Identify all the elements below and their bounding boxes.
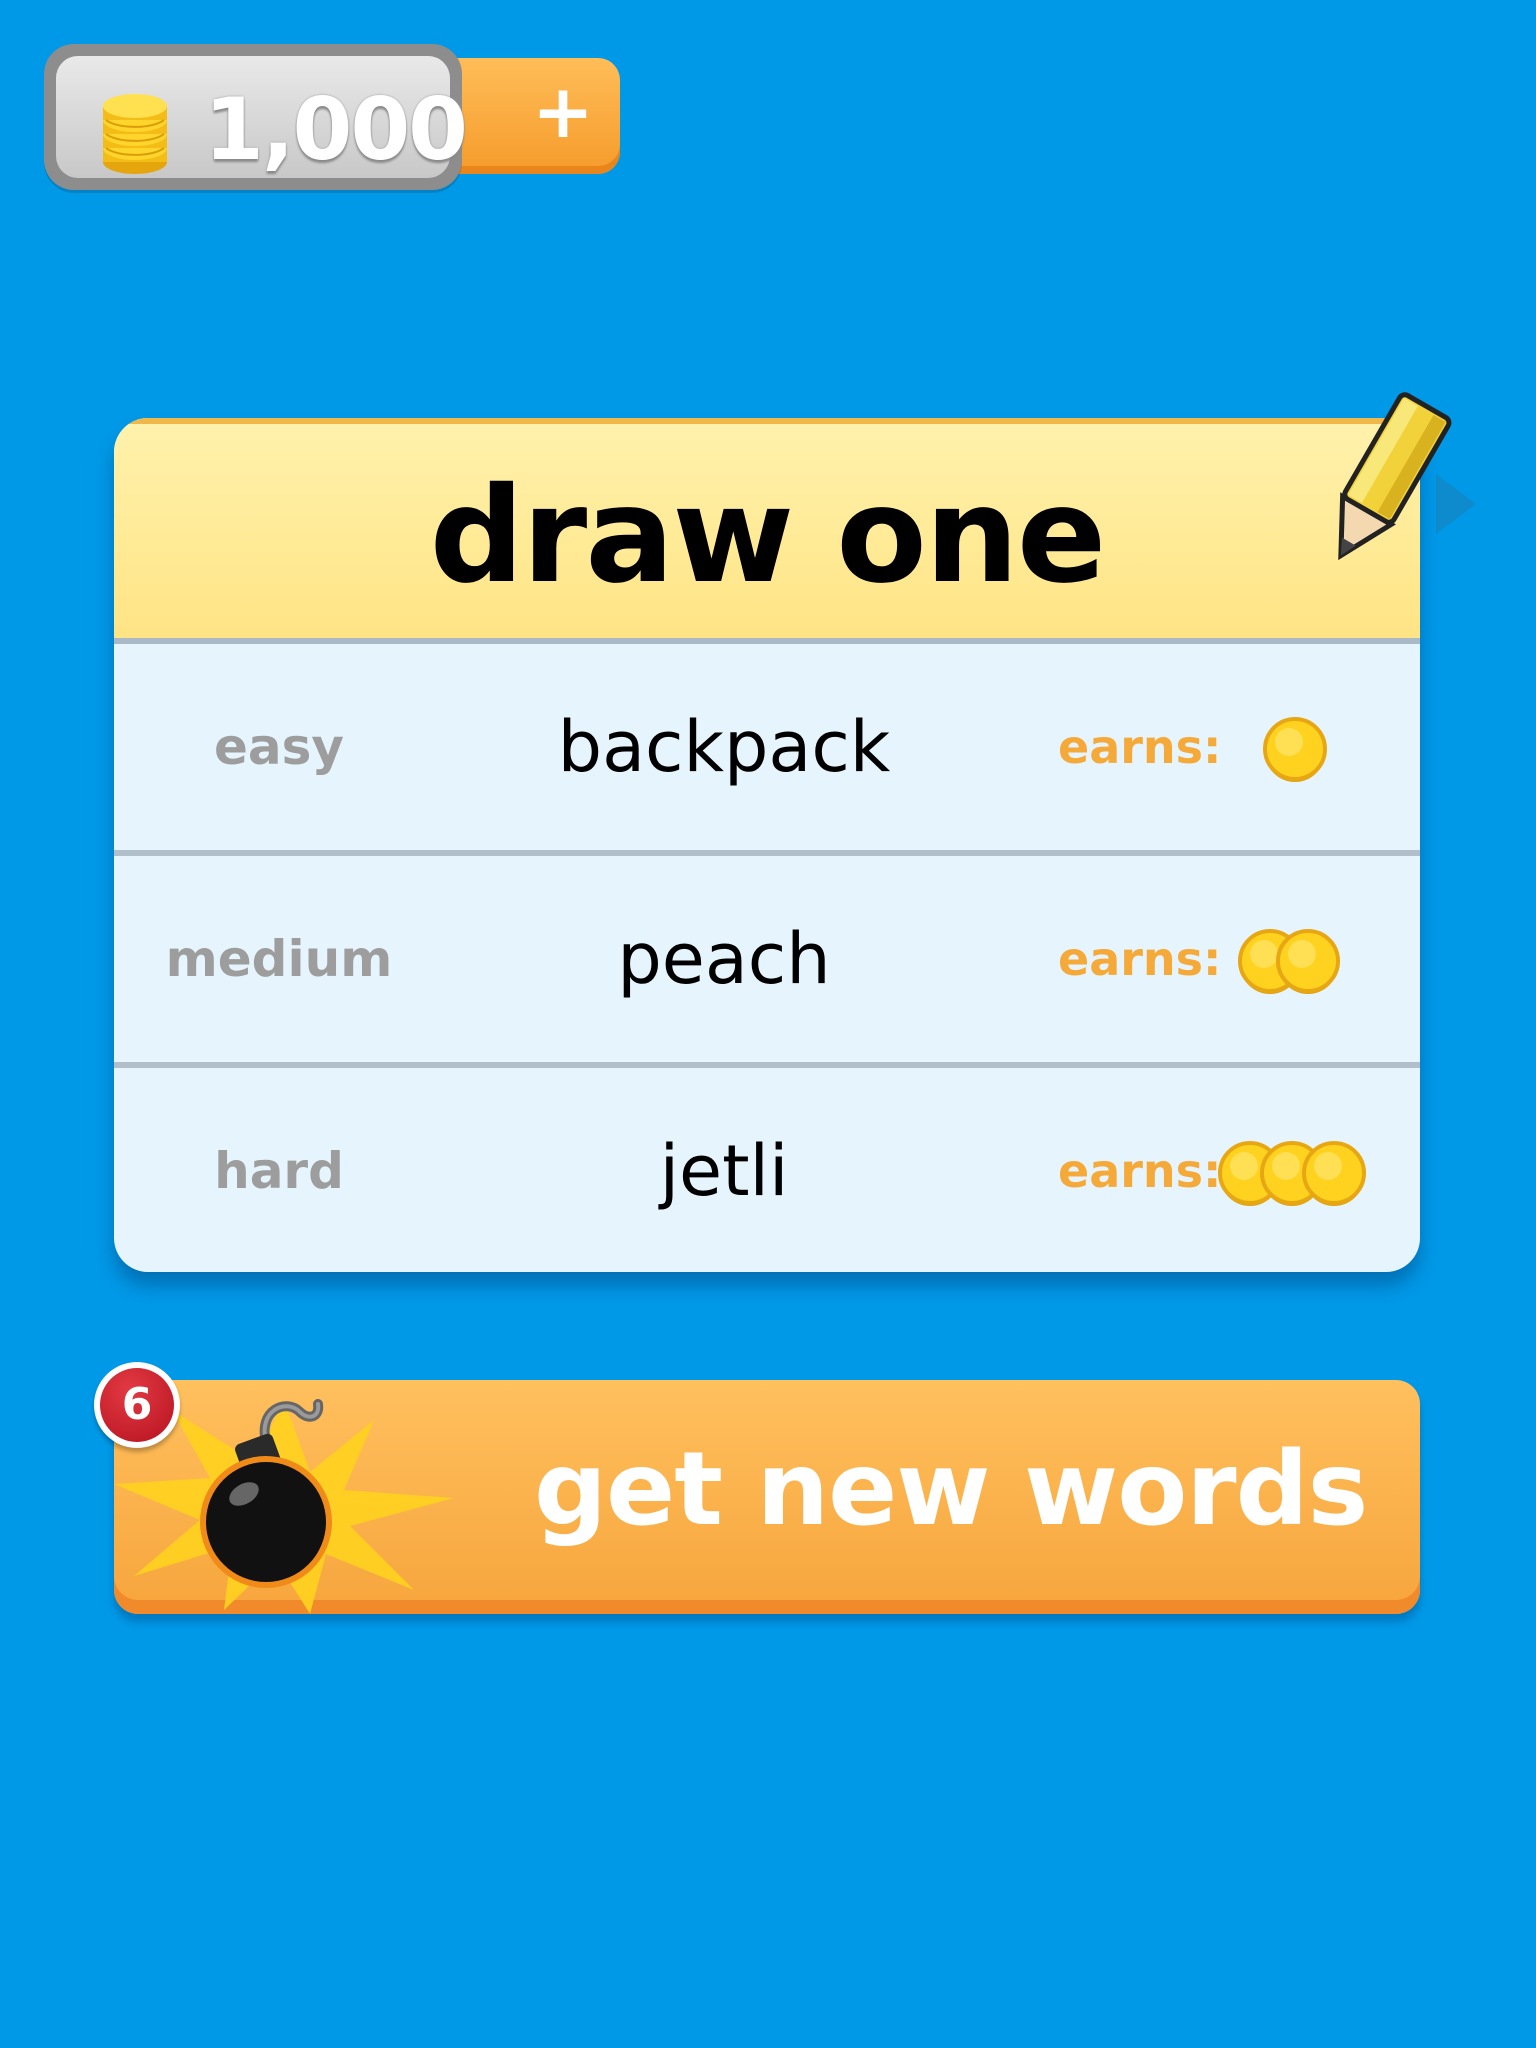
- word-choice-card: draw one easy backpack earns: medium pea…: [114, 418, 1420, 1272]
- word-option: jetli: [659, 1130, 789, 1212]
- plus-icon: +: [531, 69, 594, 155]
- word-option: backpack: [557, 706, 891, 788]
- bomb-icon: [200, 1399, 332, 1588]
- coin-reward-icon: [1238, 929, 1340, 994]
- word-option: peach: [617, 918, 831, 1000]
- word-row-medium[interactable]: medium peach earns:: [114, 856, 1420, 1068]
- card-title: draw one: [429, 459, 1107, 613]
- earns-label: earns:: [1058, 932, 1222, 986]
- coin-balance-display: 1,000: [44, 44, 468, 190]
- get-new-words-label: get new words: [534, 1430, 1368, 1549]
- bomb-count: 6: [100, 1368, 174, 1442]
- word-row-hard[interactable]: hard jetli earns:: [114, 1068, 1420, 1272]
- bomb-count-badge: 6: [94, 1362, 180, 1448]
- coin-stack-icon: [103, 94, 167, 174]
- word-row-easy[interactable]: easy backpack earns:: [114, 644, 1420, 856]
- earns-label: earns:: [1058, 1144, 1222, 1198]
- coin-counter: + 1,000: [44, 44, 620, 190]
- coin-reward-icon: [1263, 717, 1327, 782]
- earns-label: earns:: [1058, 720, 1222, 774]
- coin-amount: 1,000: [204, 80, 468, 180]
- card-header: draw one: [114, 418, 1420, 644]
- coin-reward-icon: [1218, 1141, 1366, 1206]
- pencil-icon: [1338, 392, 1476, 561]
